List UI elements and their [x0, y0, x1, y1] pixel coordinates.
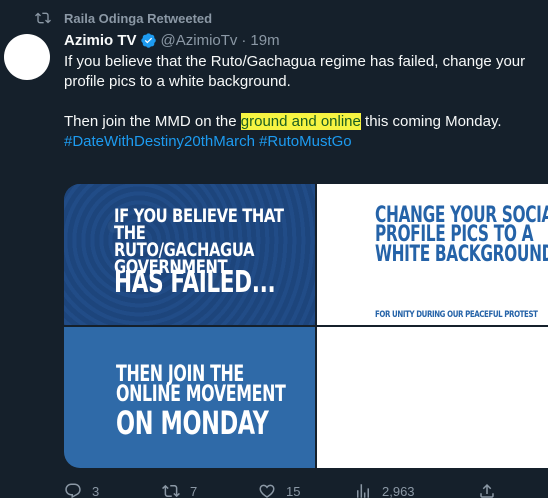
reply-count: 3 — [92, 483, 100, 498]
heart-icon — [259, 484, 275, 498]
poster-text: For unity during our peaceful protest — [375, 310, 538, 320]
tweet-text-line2: Then join the MMD on the ground and onli… — [64, 112, 542, 132]
display-name[interactable]: Azimio TV — [64, 32, 137, 49]
separator-dot: · — [241, 31, 247, 49]
hashtag-link[interactable]: #RutoMustGo — [259, 133, 352, 150]
retweet-icon — [34, 10, 52, 26]
text-segment: Then join the MMD on the — [64, 113, 241, 130]
retweet-count: 7 — [190, 483, 198, 498]
reply-icon — [65, 483, 81, 498]
view-count: 2,963 — [382, 483, 415, 498]
tweet-content: Azimio TV @AzimioTv · 19m If you believe… — [64, 30, 544, 152]
media-image-1[interactable]: If you believe that the Ruto/Gachagua go… — [64, 184, 315, 325]
retweet-context[interactable]: Raila Odinga Retweeted — [34, 8, 212, 28]
timestamp[interactable]: 19m — [250, 32, 279, 49]
verified-badge-icon — [140, 32, 157, 49]
retweet-icon — [162, 484, 180, 498]
handle[interactable]: @AzimioTv — [161, 32, 238, 49]
poster-text: Change your social profile pics to a whi… — [375, 203, 548, 267]
like-count: 15 — [286, 483, 301, 498]
highlighted-text: ground and online — [240, 113, 361, 130]
tweet-actions: 3 7 15 2,963 — [64, 482, 548, 498]
poster-text: has failed... — [114, 265, 276, 300]
poster-text: on Monday — [116, 404, 269, 442]
tweet-text: If you believe that the Ruto/Gachagua re… — [64, 52, 542, 152]
reply-button[interactable]: 3 — [64, 482, 162, 498]
media-image-2[interactable]: Change your social profile pics to a whi… — [317, 184, 548, 325]
media-image-3[interactable]: Then join the online movement on Monday — [64, 327, 315, 468]
avatar[interactable] — [4, 34, 50, 80]
share-icon — [480, 483, 494, 498]
share-button[interactable] — [478, 482, 496, 498]
hashtags: #DateWithDestiny20thMarch #RutoMustGo — [64, 132, 542, 152]
views-button[interactable]: 2,963 — [354, 482, 478, 498]
views-icon — [357, 484, 369, 498]
poster-text: Then join the online movement — [116, 362, 286, 407]
text-segment: this coming Monday. — [360, 113, 502, 130]
tweet-text-line1: If you believe that the Ruto/Gachagua re… — [64, 53, 526, 90]
tweet-header: Azimio TV @AzimioTv · 19m — [64, 30, 544, 50]
media-image-4[interactable] — [317, 327, 548, 468]
like-button[interactable]: 15 — [258, 482, 354, 498]
retweet-context-label: Raila Odinga Retweeted — [64, 10, 213, 26]
retweet-button[interactable]: 7 — [162, 482, 258, 498]
media-grid: If you believe that the Ruto/Gachagua go… — [64, 184, 548, 468]
hashtag-link[interactable]: #DateWithDestiny20thMarch — [64, 133, 255, 150]
